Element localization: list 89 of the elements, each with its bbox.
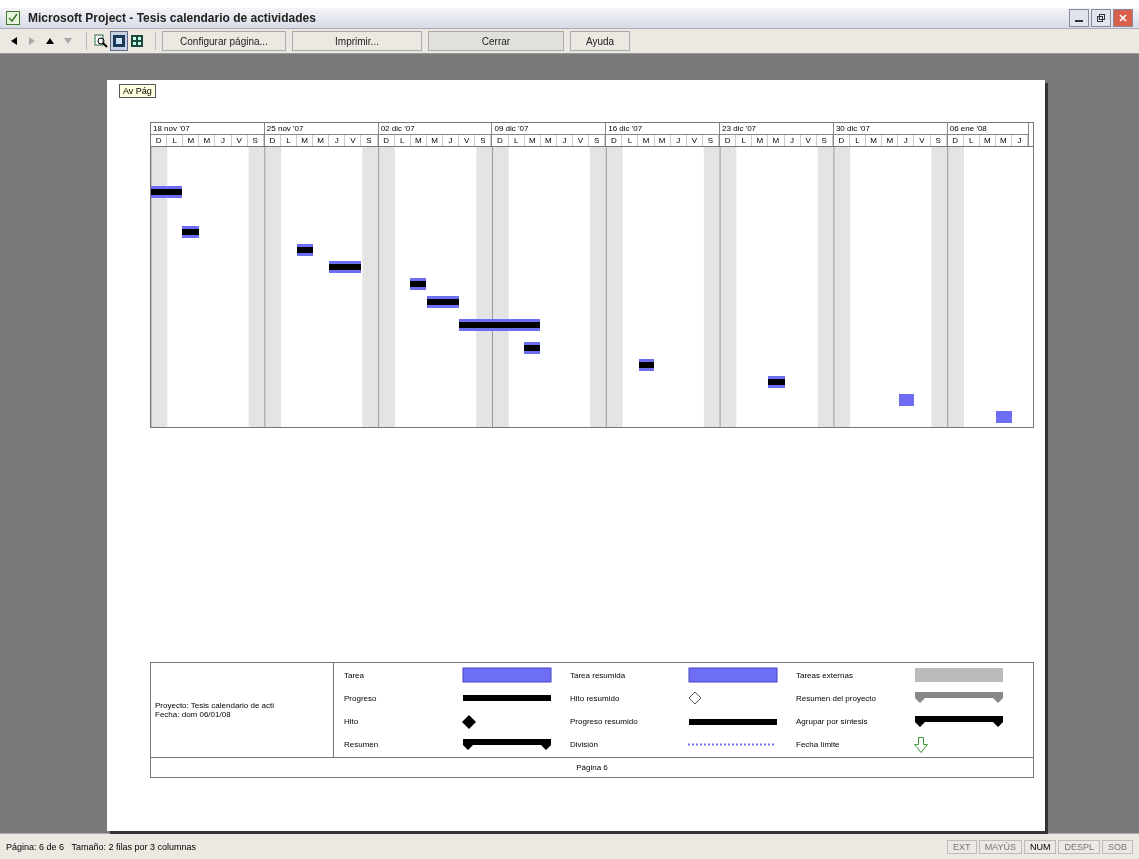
day-label: V xyxy=(686,135,703,146)
day-label: V xyxy=(800,135,817,146)
status-indicator: EXT xyxy=(947,839,977,854)
day-label: J xyxy=(1011,135,1028,146)
day-label: L xyxy=(167,135,184,146)
day-label: S xyxy=(361,135,378,146)
day-label: J xyxy=(556,135,573,146)
day-label: D xyxy=(492,135,509,146)
week-label: 06 ene '08 xyxy=(947,123,1028,135)
legend-label: Progreso resumido xyxy=(570,717,639,727)
day-label: L xyxy=(622,135,639,146)
project-info-text: Fecha: dom 06/01/08 xyxy=(155,710,232,719)
day-label: D xyxy=(947,135,964,146)
day-label: M xyxy=(752,135,769,146)
day-label: S xyxy=(475,135,492,146)
day-label: L xyxy=(736,135,753,146)
day-label: M xyxy=(882,135,899,146)
legend-label: Progreso xyxy=(344,693,378,703)
day-label: L xyxy=(963,135,980,146)
day-label: M xyxy=(199,135,216,146)
status-indicator: SOB xyxy=(1102,839,1133,854)
day-label: M xyxy=(638,135,655,146)
day-label: D xyxy=(833,135,850,146)
day-label: S xyxy=(930,135,947,146)
toolbar-button[interactable]: Configurar página... xyxy=(162,31,286,51)
day-label: J xyxy=(443,135,460,146)
day-label: S xyxy=(589,135,606,146)
legend-label: Resumen xyxy=(344,740,380,750)
day-label: D xyxy=(378,135,395,146)
day-label: J xyxy=(784,135,801,146)
day-label: S xyxy=(247,135,264,146)
day-label: M xyxy=(410,135,427,146)
day-label: D xyxy=(264,135,281,146)
day-label: J xyxy=(898,135,915,146)
toolbar-button[interactable]: Imprimir... xyxy=(292,31,422,51)
legend-label: Hito xyxy=(344,717,360,727)
toolbar-button[interactable]: Ayuda xyxy=(570,31,630,51)
legend-label: Hito resumido xyxy=(570,693,621,703)
week-label: 30 dic '07 xyxy=(833,123,947,135)
project-info-text: Proyecto: Tesis calendario de acti xyxy=(155,701,276,710)
day-label: D xyxy=(151,135,168,146)
status-indicator: NUM xyxy=(1023,839,1057,854)
legend-label: Tareas externas xyxy=(796,670,854,680)
week-label: 02 dic '07 xyxy=(378,123,492,135)
day-label: S xyxy=(816,135,833,146)
day-label: S xyxy=(702,135,719,146)
day-label: D xyxy=(720,135,737,146)
day-label: V xyxy=(459,135,476,146)
day-label: M xyxy=(654,135,671,146)
legend-label: Tarea resumida xyxy=(570,670,627,680)
day-label: J xyxy=(215,135,232,146)
status-indicator: DESPL xyxy=(1058,839,1100,854)
page-footer-text: Página 6 xyxy=(576,763,608,772)
legend-label: Resumen del proyecto xyxy=(796,693,878,703)
day-label: L xyxy=(850,135,867,146)
toolbar-button[interactable]: Cerrar xyxy=(428,31,564,51)
day-label: V xyxy=(345,135,362,146)
day-label: V xyxy=(573,135,590,146)
week-label: 25 nov '07 xyxy=(264,123,378,135)
day-label: J xyxy=(329,135,346,146)
legend-label: Agrupar por síntesis xyxy=(796,717,869,727)
day-label: L xyxy=(394,135,411,146)
day-label: M xyxy=(768,135,785,146)
legend-label: División xyxy=(570,740,599,750)
day-label: M xyxy=(979,135,996,146)
day-label: M xyxy=(426,135,444,146)
day-label: M xyxy=(540,135,557,146)
day-label: L xyxy=(280,135,298,146)
day-label: M xyxy=(995,135,1012,146)
status-indicator: MAYÚS xyxy=(978,839,1022,854)
window-title: Microsoft Project - Tesis calendario de actividades xyxy=(28,11,316,25)
week-label: 16 dic '07 xyxy=(606,123,720,135)
day-label: J xyxy=(670,135,687,146)
day-label: D xyxy=(606,135,623,146)
day-label: M xyxy=(183,135,200,146)
week-label: 18 nov '07 xyxy=(151,123,264,135)
week-label: 09 dic '07 xyxy=(492,123,606,135)
day-label: M xyxy=(297,135,314,146)
tooltip: Av Pág xyxy=(119,84,156,98)
day-label: M xyxy=(524,135,541,146)
day-label: M xyxy=(866,135,883,146)
week-label: 23 dic '07 xyxy=(720,123,833,135)
day-label: L xyxy=(508,135,525,146)
legend-label: Tarea xyxy=(344,670,365,680)
day-label: V xyxy=(231,135,248,146)
day-label: V xyxy=(914,135,931,146)
day-label: M xyxy=(313,135,330,146)
status-text: Página: 6 de 6 Tamaño: 2 filas por 3 columnas xyxy=(6,841,196,852)
legend-label: Fecha límite xyxy=(796,740,841,750)
